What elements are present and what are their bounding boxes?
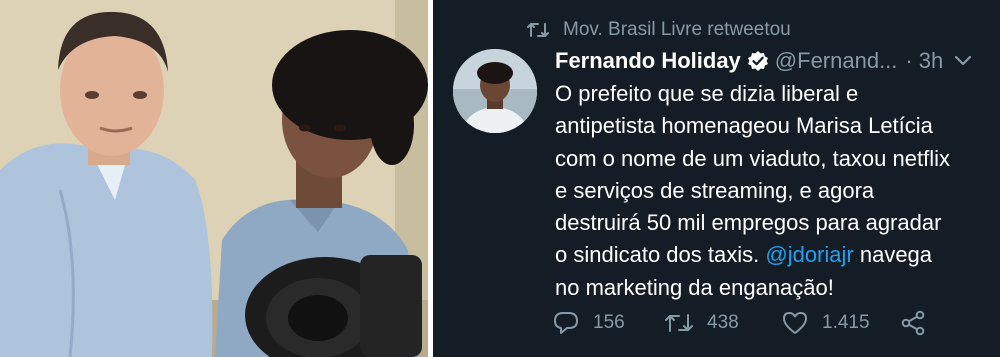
tweet-text-line: e serviços de streaming, e agora xyxy=(555,177,875,203)
news-photo xyxy=(0,0,428,357)
chevron-down-icon[interactable] xyxy=(954,55,972,67)
tweet-timestamp[interactable]: 3h xyxy=(919,48,943,74)
photo-illustration xyxy=(0,0,428,357)
mention-link[interactable]: @jdoriajr xyxy=(765,242,853,267)
tweet-header: Fernando Holiday @Fernand... · 3h xyxy=(555,46,984,76)
reply-button[interactable]: 156 xyxy=(553,311,665,335)
tweet-text-segment: navega xyxy=(859,242,933,268)
avatar-image xyxy=(453,49,537,133)
tweet-card[interactable]: Mov. Brasil Livre retweetou Fernando Hol… xyxy=(433,0,1000,357)
retweet-context: Mov. Brasil Livre retweetou xyxy=(527,16,791,44)
retweet-label[interactable]: Mov. Brasil Livre retweetou xyxy=(563,19,791,41)
author-name[interactable]: Fernando Holiday xyxy=(555,48,741,74)
tweet-text-line: o sindicato dos taxis. @jdoriajr navega xyxy=(555,239,985,271)
tweet-text-segment: o sindicato dos taxis. xyxy=(555,242,760,268)
tweet-actions: 156 438 1.415 xyxy=(553,308,926,338)
author-avatar[interactable] xyxy=(453,49,537,133)
retweet-count: 438 xyxy=(707,312,739,333)
verified-badge-icon xyxy=(747,50,769,72)
tweet-text-line: com o nome de um viaduto, taxou netflix xyxy=(555,145,950,171)
tweet-text-line: destruirá 50 mil empregos para agradar xyxy=(555,210,942,236)
tweet-text-line: no marketing da enganação! xyxy=(555,274,834,300)
share-icon xyxy=(900,310,926,336)
share-button[interactable] xyxy=(900,310,926,336)
reply-icon xyxy=(553,311,579,335)
header-separator: · xyxy=(905,48,913,73)
like-button[interactable]: 1.415 xyxy=(782,311,900,335)
tweet-text: O prefeito que se dizia liberal e antipe… xyxy=(555,78,985,304)
reply-count: 156 xyxy=(593,312,625,333)
retweet-icon xyxy=(665,312,693,334)
like-count: 1.415 xyxy=(822,312,870,333)
tweet-text-line: O prefeito que se dizia liberal e xyxy=(555,81,859,106)
retweet-button[interactable]: 438 xyxy=(665,312,782,334)
tweet-text-line: antipetista homenageou Marisa Letícia xyxy=(555,113,933,139)
author-handle[interactable]: @Fernand... xyxy=(775,48,898,74)
retweet-icon xyxy=(527,21,549,39)
heart-icon xyxy=(782,311,808,335)
